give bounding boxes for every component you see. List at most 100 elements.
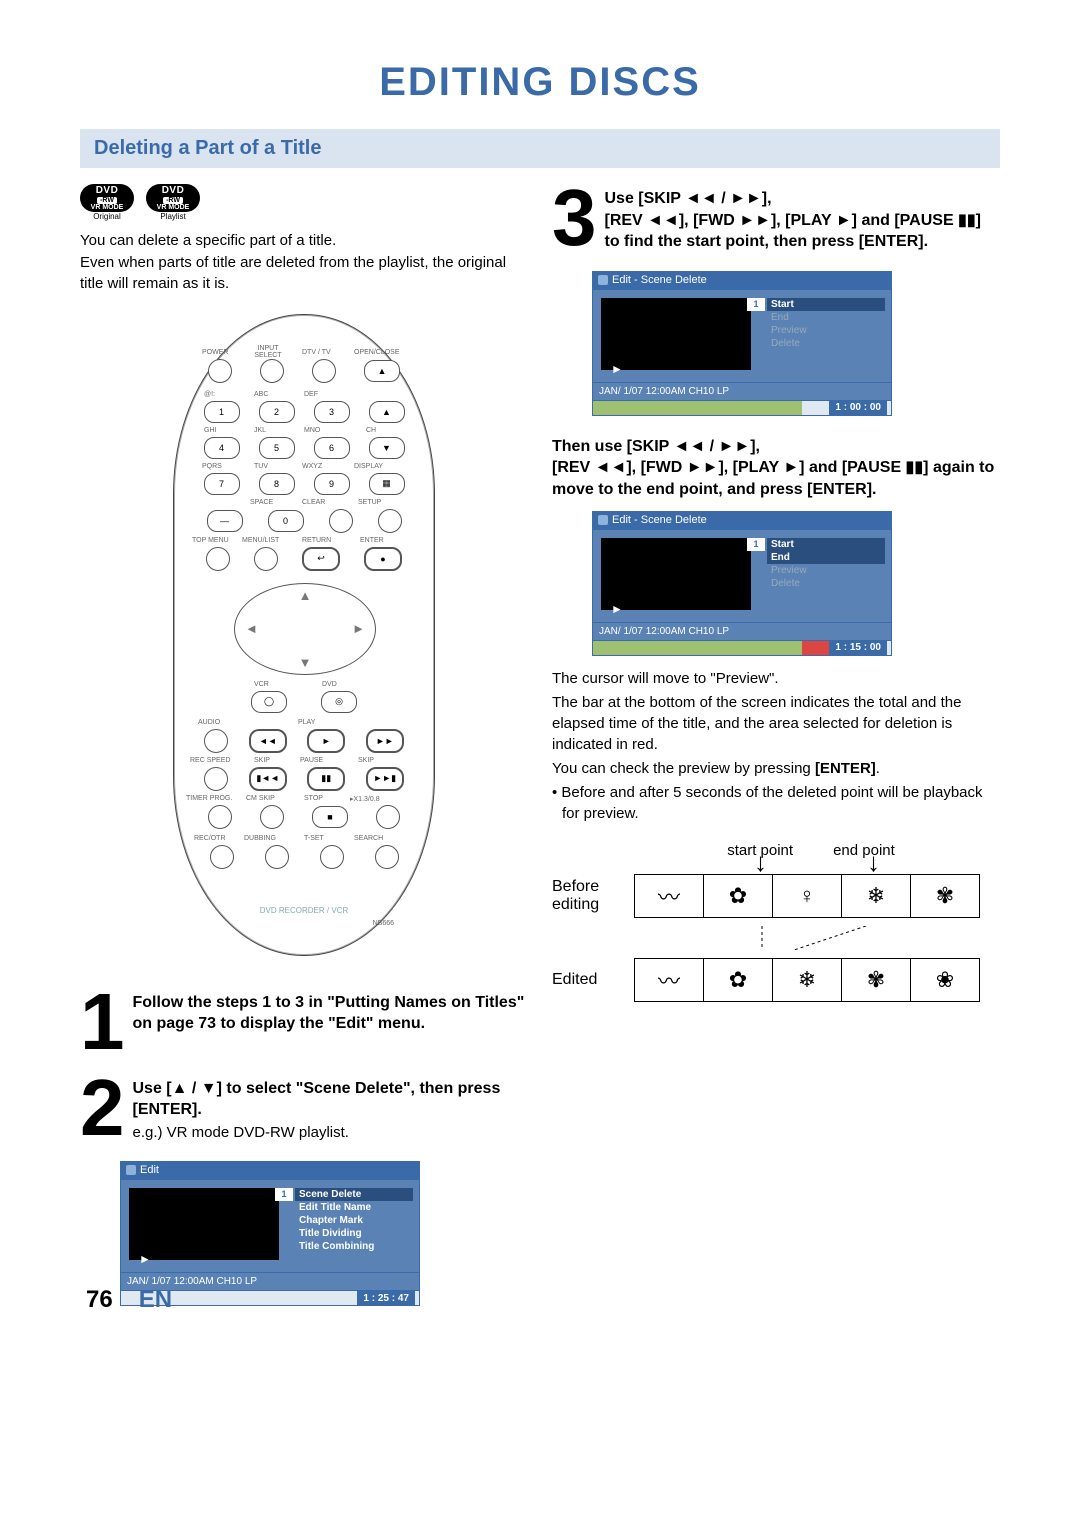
cell: 〰 [635, 875, 704, 917]
section-heading: Deleting a Part of a Title [80, 129, 1000, 168]
step-number-2: 2 [80, 1076, 125, 1140]
clear-button[interactable] [329, 509, 353, 533]
power-button[interactable] [208, 359, 232, 383]
cmskip-button[interactable] [260, 805, 284, 829]
setup-button[interactable] [378, 509, 402, 533]
num-5-button[interactable]: 5 [259, 437, 295, 459]
enter-button[interactable]: ● [364, 547, 402, 571]
osd1-item-title-dividing[interactable]: Title Dividing [295, 1227, 413, 1240]
remote-label-x13: ▸X1.3/0.8 [350, 795, 380, 803]
fwd-button[interactable]: ►► [366, 729, 404, 753]
osd3-item-delete[interactable]: Delete [767, 577, 885, 590]
dtv-tv-button[interactable] [312, 359, 336, 383]
dot-button[interactable]: — [207, 510, 243, 532]
search-button[interactable] [375, 845, 399, 869]
num-6-button[interactable]: 6 [314, 437, 350, 459]
remote-label-cmskip: CM SKIP [246, 795, 275, 802]
skip-fwd-button[interactable]: ►►▮ [366, 767, 404, 791]
num-4-button[interactable]: 4 [204, 437, 240, 459]
osd1-item-chapter-mark[interactable]: Chapter Mark [295, 1214, 413, 1227]
cell: ❄ [773, 959, 842, 1001]
step-3b-text: Then use [SKIP ◄◄ / ►►], [REV ◄◄], [FWD … [552, 436, 1000, 501]
remote-footer: DVD RECORDER / VCR [174, 906, 434, 915]
before-label-1: Before [552, 878, 599, 895]
step-1-text: Follow the steps 1 to 3 in "Putting Name… [133, 992, 529, 1035]
step-number-1: 1 [80, 990, 125, 1054]
cell: ❀ [911, 959, 979, 1001]
input-select-button[interactable] [260, 359, 284, 383]
osd3-item-end[interactable]: End [767, 551, 885, 564]
direction-pad[interactable]: ▲ ▼ ◄ ► [234, 583, 376, 675]
dvd-mode-label: VR MODE [91, 204, 124, 211]
stop-button[interactable]: ■ [312, 806, 348, 828]
remote-label-audio: AUDIO [198, 719, 220, 726]
osd2-item-end[interactable]: End [767, 311, 885, 324]
osd3-status: JAN/ 1/07 12:00AM CH10 LP [599, 626, 729, 637]
intro-line1: You can delete a specific part of a titl… [80, 231, 528, 251]
rev-button[interactable]: ◄◄ [249, 729, 287, 753]
osd3-item-preview[interactable]: Preview [767, 564, 885, 577]
dubbing-button[interactable] [265, 845, 289, 869]
return-button[interactable]: ↩ [302, 547, 340, 571]
dvd-label: DVD [96, 186, 119, 196]
num-7-button[interactable]: 7 [204, 473, 240, 495]
skip-back-button[interactable]: ▮◄◄ [249, 767, 287, 791]
remote-label-abc: ABC [254, 391, 268, 398]
osd1-title: Edit [140, 1164, 159, 1176]
osd2-badge: 1 [747, 298, 765, 311]
num-8-button[interactable]: 8 [259, 473, 295, 495]
tag-caption-original: Original [80, 212, 134, 221]
remote-label-skip2: SKIP [358, 757, 374, 764]
remote-label-recotr: REC/OTR [194, 835, 226, 842]
intro-text: You can delete a specific part of a titl… [80, 231, 528, 294]
audio-button[interactable] [204, 729, 228, 753]
before-label-2: editing [552, 896, 599, 913]
remote-label-vcr: VCR [254, 681, 269, 688]
osd3-item-start[interactable]: Start [767, 538, 885, 551]
edited-label: Edited [552, 971, 624, 989]
para-bullet: • Before and after 5 seconds of the dele… [552, 782, 1000, 824]
step-3-line2: [REV ◄◄], [FWD ►►], [PLAY ►] and [PAUSE … [605, 212, 982, 251]
open-close-button[interactable]: ▲ [364, 360, 400, 382]
remote-label-dtvtv: DTV / TV [302, 349, 331, 356]
remote-label-search: SEARCH [354, 835, 383, 842]
cell: 〰 [635, 959, 704, 1001]
topmenu-button[interactable] [206, 547, 230, 571]
num-3-button[interactable]: 3 [314, 401, 350, 423]
strip-before: 〰 ✿ ♀ ❄ ✾ [634, 874, 980, 918]
play-button[interactable]: ► [307, 729, 345, 753]
dvd-button[interactable]: ◎ [321, 691, 357, 713]
num-1-button[interactable]: 1 [204, 401, 240, 423]
osd2-item-preview[interactable]: Preview [767, 324, 885, 337]
para-enter-pre: You can check the preview by pressing [552, 760, 815, 777]
dashed-lines-icon [634, 926, 974, 950]
osd2-item-start[interactable]: Start [767, 298, 885, 311]
timerprog-button[interactable] [208, 805, 232, 829]
osd1-item-scene-delete[interactable]: Scene Delete [295, 1188, 413, 1201]
remote-label-topmenu: TOP MENU [192, 537, 229, 544]
pause-button[interactable]: ▮▮ [307, 767, 345, 791]
remote-label-input-select: INPUT SELECT [246, 345, 290, 359]
num-9-button[interactable]: 9 [314, 473, 350, 495]
osd2-item-delete[interactable]: Delete [767, 337, 885, 350]
page-lang: EN [139, 1286, 172, 1314]
ch-down-button[interactable]: ▼ [369, 437, 405, 459]
menulist-button[interactable] [254, 547, 278, 571]
remote-label-power: POWER [202, 349, 228, 356]
remote-label-jkl: JKL [254, 427, 266, 434]
x13-button[interactable] [376, 805, 400, 829]
vcr-button[interactable]: ◯ [251, 691, 287, 713]
osd2-title: Edit - Scene Delete [612, 274, 707, 286]
display-button[interactable]: ▦ [369, 473, 405, 495]
cell: ✿ [704, 875, 773, 917]
osd1-time: 1 : 25 : 47 [357, 1291, 415, 1305]
tset-button[interactable] [320, 845, 344, 869]
osd1-item-edit-title[interactable]: Edit Title Name [295, 1201, 413, 1214]
remote-label-tset: T-SET [304, 835, 324, 842]
ch-up-button[interactable]: ▲ [369, 401, 405, 423]
recotr-button[interactable] [210, 845, 234, 869]
num-2-button[interactable]: 2 [259, 401, 295, 423]
recspeed-button[interactable] [204, 767, 228, 791]
osd1-item-title-combining[interactable]: Title Combining [295, 1240, 413, 1253]
num-0-button[interactable]: 0 [268, 510, 304, 532]
